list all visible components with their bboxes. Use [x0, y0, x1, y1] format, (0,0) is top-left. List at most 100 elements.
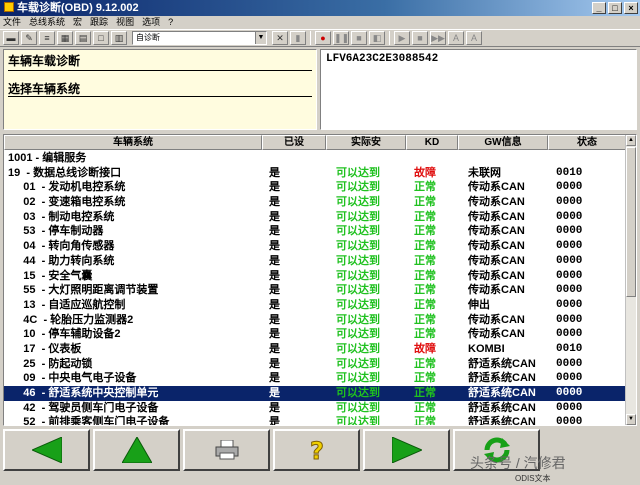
- table-row[interactable]: 1001 - 编辑服务: [4, 151, 626, 166]
- gateway-info: 传动系CAN: [468, 269, 525, 282]
- col-header-system[interactable]: 车辆系统: [4, 135, 262, 150]
- installed-value: 是: [269, 298, 280, 311]
- chevron-down-icon[interactable]: ▼: [255, 32, 266, 44]
- table-row[interactable]: 15 - 安全气囊 是 可以达到 正常 传动系CAN 0000: [4, 269, 626, 284]
- step-icon[interactable]: ▶▶: [430, 31, 446, 45]
- status-code: 0000: [556, 210, 583, 223]
- help-button[interactable]: ?: [273, 429, 360, 471]
- mode-select[interactable]: 自诊断 ▼: [132, 31, 267, 45]
- play-icon[interactable]: ▶: [394, 31, 410, 45]
- installed-value: 是: [269, 166, 280, 179]
- fault-code-state: 正常: [414, 416, 436, 426]
- table-row[interactable]: 03 - 制动电控系统 是 可以达到 正常 传动系CAN 0000: [4, 210, 626, 225]
- menu-macro[interactable]: 宏: [73, 16, 82, 29]
- col-header-actual[interactable]: 实际安: [326, 135, 406, 150]
- pause-icon[interactable]: ❚❚: [333, 31, 349, 45]
- back-button[interactable]: [3, 429, 90, 471]
- system-name: 19 - 数据总线诊断接口: [8, 166, 122, 179]
- actual-state: 可以达到: [336, 269, 380, 282]
- vehicle-diagnosis-label: 车辆车载诊断: [8, 54, 81, 68]
- col-header-set[interactable]: 已设: [262, 135, 326, 150]
- actual-state: 可以达到: [336, 387, 380, 399]
- print-button[interactable]: [183, 429, 270, 471]
- installed-value: 是: [269, 181, 280, 194]
- view-icon[interactable]: ▤: [75, 31, 91, 45]
- installed-value: 是: [269, 196, 280, 209]
- scroll-thumb[interactable]: [626, 147, 636, 297]
- scroll-down-icon[interactable]: ▼: [626, 414, 636, 425]
- trace-icon[interactable]: ◧: [369, 31, 385, 45]
- car-icon[interactable]: ▬: [3, 31, 19, 45]
- table-row[interactable]: 09 - 中央电气电子设备 是 可以达到 正常 舒适系统CAN 0000: [4, 371, 626, 386]
- fault-code-state: 正常: [414, 210, 436, 223]
- font-small-icon[interactable]: A: [466, 31, 482, 45]
- list-header: 车辆系统 已设 实际安 KD GW信息 状态: [4, 135, 626, 150]
- table-row[interactable]: 4C - 轮胎压力监测器2 是 可以达到 正常 传动系CAN 0000: [4, 313, 626, 328]
- status-code: 0000: [556, 254, 583, 267]
- status-code: 0000: [556, 401, 583, 414]
- toolbar-separator: [310, 31, 311, 45]
- installed-value: 是: [269, 328, 280, 341]
- fault-code-state: 故障: [414, 342, 436, 355]
- scroll-up-icon[interactable]: ▲: [626, 135, 636, 146]
- maximize-button[interactable]: □: [608, 2, 622, 14]
- table-row[interactable]: 17 - 仪表板 是 可以达到 故障 KOMBI 0010: [4, 342, 626, 357]
- table-row[interactable]: 55 - 大灯照明距离调节装置 是 可以达到 正常 传动系CAN 0000: [4, 283, 626, 298]
- grid-icon[interactable]: ▥: [111, 31, 127, 45]
- system-name: 1001 - 编辑服务: [8, 152, 87, 164]
- system-name: 01 - 发动机电控系统: [8, 181, 126, 194]
- record-icon[interactable]: ●: [315, 31, 331, 45]
- menu-bus-system[interactable]: 总线系统: [29, 16, 65, 29]
- menu-help[interactable]: ?: [168, 16, 173, 29]
- menu-options[interactable]: 选项: [142, 16, 160, 29]
- cancel-icon[interactable]: ✕: [272, 31, 288, 45]
- col-header-gw[interactable]: GW信息: [458, 135, 548, 150]
- table-row[interactable]: 44 - 助力转向系统 是 可以达到 正常 传动系CAN 0000: [4, 254, 626, 269]
- table-row[interactable]: 52 - 前排乘客侧车门电子设备 是 可以达到 正常 舒适系统CAN 0000: [4, 415, 626, 426]
- table-row[interactable]: 01 - 发动机电控系统 是 可以达到 正常 传动系CAN 0000: [4, 180, 626, 195]
- window-icon[interactable]: □: [93, 31, 109, 45]
- status-text: ODIS文本: [515, 474, 551, 483]
- table-row[interactable]: 13 - 自适应巡航控制 是 可以达到 正常 伸出 0000: [4, 298, 626, 313]
- installed-value: 是: [269, 416, 280, 426]
- stop2-icon[interactable]: ■: [412, 31, 428, 45]
- up-button[interactable]: [93, 429, 180, 471]
- status-code: 0010: [556, 166, 583, 179]
- table-icon[interactable]: ▦: [57, 31, 73, 45]
- gateway-info: 舒适系统CAN: [468, 372, 536, 385]
- table-row[interactable]: 04 - 转向角传感器 是 可以达到 正常 传动系CAN 0000: [4, 239, 626, 254]
- close-button[interactable]: ×: [624, 2, 638, 14]
- split-icon[interactable]: ▮: [290, 31, 306, 45]
- menu-trace[interactable]: 跟踪: [90, 16, 108, 29]
- diagnosis-info-panel: 车辆车载诊断 选择车辆系统: [3, 49, 317, 130]
- table-row[interactable]: 10 - 停车辅助设备2 是 可以达到 正常 传动系CAN 0000: [4, 327, 626, 342]
- minimize-button[interactable]: _: [592, 2, 606, 14]
- list-icon[interactable]: ≡: [39, 31, 55, 45]
- tool-icon[interactable]: ✎: [21, 31, 37, 45]
- table-row[interactable]: 53 - 停车制动器 是 可以达到 正常 传动系CAN 0000: [4, 224, 626, 239]
- mode-select-value: 自诊断: [136, 33, 160, 42]
- installed-value: 是: [269, 210, 280, 223]
- vertical-scrollbar[interactable]: ▲ ▼: [625, 135, 636, 425]
- system-name: 03 - 制动电控系统: [8, 210, 115, 223]
- stop-icon[interactable]: ■: [351, 31, 367, 45]
- actual-state: 可以达到: [336, 240, 380, 253]
- col-header-status[interactable]: 状态: [548, 135, 626, 150]
- table-row[interactable]: 19 - 数据总线诊断接口 是 可以达到 故障 未联网 0010: [4, 166, 626, 181]
- actual-state: 可以达到: [336, 416, 380, 426]
- table-row[interactable]: 46 - 舒适系统中央控制单元 是 可以达到 正常 舒适系统CAN 0000: [4, 386, 626, 401]
- arrow-up-icon: [121, 437, 152, 463]
- menu-file[interactable]: 文件: [3, 16, 21, 29]
- forward-button[interactable]: [363, 429, 450, 471]
- actual-state: 可以达到: [336, 313, 380, 326]
- system-name: 13 - 自适应巡航控制: [8, 298, 126, 311]
- table-row[interactable]: 42 - 驾驶员侧车门电子设备 是 可以达到 正常 舒适系统CAN 0000: [4, 401, 626, 416]
- table-row[interactable]: 25 - 防起动锁 是 可以达到 正常 舒适系统CAN 0000: [4, 357, 626, 372]
- system-name: 42 - 驾驶员侧车门电子设备: [8, 401, 159, 414]
- menu-view[interactable]: 视图: [116, 16, 134, 29]
- fault-code-state: 正常: [414, 240, 436, 253]
- status-bar: 头条号 / 汽修君 ODIS文本: [0, 456, 640, 485]
- table-row[interactable]: 02 - 变速箱电控系统 是 可以达到 正常 传动系CAN 0000: [4, 195, 626, 210]
- col-header-kd[interactable]: KD: [406, 135, 458, 150]
- font-large-icon[interactable]: A: [448, 31, 464, 45]
